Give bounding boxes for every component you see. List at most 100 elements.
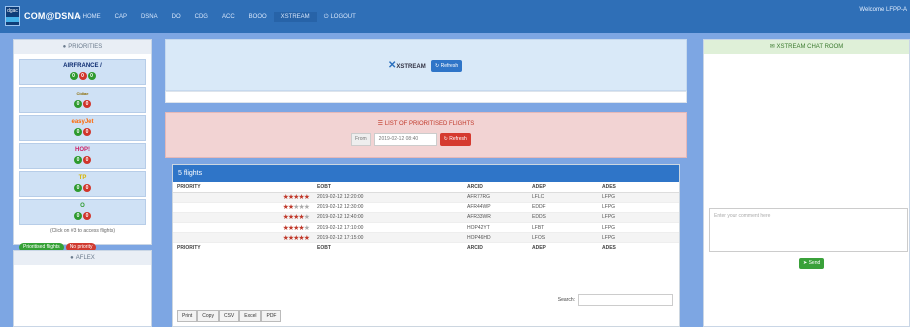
count-circle[interactable]: 0: [87, 72, 96, 80]
cell-ades: LFPG: [598, 192, 668, 203]
airline-2[interactable]: Cidiae 00: [19, 87, 146, 113]
cell-eobt: 2019-02-12 17:10:00: [313, 222, 463, 234]
cell-adep: EDDF: [528, 202, 598, 213]
cell-extra: [668, 212, 679, 224]
priority-stars: ★★★★★: [282, 214, 310, 222]
xstream-panel: ✕XSTREAM ↻ Refresh: [165, 39, 687, 91]
nav-logout-label: LOGOUT: [330, 14, 356, 20]
refresh-label: Refresh: [449, 136, 467, 142]
table-row[interactable]: ★★★★★ 2019-02-12 12:40:00 AFR33WR EDDS LFPG: [173, 212, 679, 224]
priorities-hint: (Click on #3 to access flights): [49, 228, 116, 234]
nav-dsna[interactable]: DSNA: [134, 12, 165, 22]
dgac-logo: dgac: [5, 6, 20, 26]
airline-6[interactable]: O 00: [19, 199, 146, 225]
table-row[interactable]: ★★★★★ 2019-02-12 12:20:00 AFR77RG LFLC LFPG: [173, 192, 679, 203]
info-icon: ●: [62, 44, 67, 50]
cell-eobt: 2019-02-12 12:20:00: [313, 192, 463, 203]
priority-stars: ★★★★★: [282, 204, 310, 212]
from-row: From 2019-02-12 08:40 ↻ Refresh: [351, 133, 471, 146]
cell-arcid: AFR33WR: [463, 212, 528, 224]
copy-button[interactable]: Copy: [197, 310, 219, 322]
count-circle[interactable]: 0: [83, 100, 91, 108]
list-icon: ☰: [377, 121, 384, 127]
aflex-panel: ● AFLEX: [13, 250, 152, 327]
col-extra[interactable]: [668, 182, 679, 193]
airline-logo: O: [80, 203, 85, 209]
nav-cdg[interactable]: CDG: [188, 12, 215, 22]
from-date-input[interactable]: 2019-02-12 08:40: [373, 133, 437, 146]
count-circle[interactable]: 0: [83, 128, 91, 136]
priorities-panel: ● PRIORITIES AIRFRANCE / 000 Cidiae 00 e…: [13, 39, 152, 252]
search-row: Search:: [558, 294, 673, 306]
chat-header: ✉ XSTREAM CHAT ROOM: [704, 40, 909, 54]
col-adep[interactable]: ADEP: [528, 182, 598, 193]
nav-logout[interactable]: ⏻ LOGOUT: [317, 12, 363, 22]
table-row[interactable]: ★★★★★ 2019-02-12 12:30:00 AFR44WP EDDF LFPG: [173, 202, 679, 213]
airline-list: AIRFRANCE / 000 Cidiae 00 easyJet 00 HOP…: [14, 54, 151, 256]
count-circle[interactable]: 0: [83, 184, 91, 192]
info-icon: ●: [70, 255, 74, 261]
excel-button[interactable]: Excel: [239, 310, 262, 322]
chat-title: XSTREAM CHAT ROOM: [776, 44, 844, 50]
search-input[interactable]: [578, 294, 673, 306]
count-circle[interactable]: 0: [78, 72, 87, 80]
col-eobt[interactable]: EOBT: [313, 182, 463, 193]
logo-text: dgac: [7, 8, 18, 14]
count-circle[interactable]: 0: [74, 100, 82, 108]
nav-home[interactable]: ⌂ HOME: [70, 12, 108, 22]
cell-extra: [668, 192, 679, 203]
send-button[interactable]: ➤ Send: [799, 258, 825, 269]
cell-arcid: HOP42YT: [463, 222, 528, 234]
count-circle[interactable]: 0: [83, 212, 91, 220]
power-icon: ⏻: [323, 14, 329, 20]
cell-eobt: 2019-02-12 12:30:00: [313, 202, 463, 213]
cell-extra: [668, 232, 679, 244]
home-icon: ⌂: [77, 14, 81, 20]
airline-tap[interactable]: TP 00: [19, 171, 146, 197]
flights-refresh-button[interactable]: ↻ Refresh: [439, 133, 471, 146]
print-button[interactable]: Print: [177, 310, 198, 322]
refresh-icon: ↻: [435, 63, 440, 69]
chat-input[interactable]: Enter your comment here: [709, 208, 908, 252]
pdf-button[interactable]: PDF: [261, 310, 282, 322]
table-row[interactable]: ★★★★★ 2019-02-12 17:10:00 HOP42YT LFBT LFPG: [173, 222, 679, 234]
airline-airfrance[interactable]: AIRFRANCE / 000: [19, 59, 146, 85]
col-arcid[interactable]: ARCID: [463, 182, 528, 193]
cell-arcid: AFR44WP: [463, 202, 528, 213]
xstream-refresh-button[interactable]: ↻ Refresh: [431, 60, 463, 72]
count-circle[interactable]: 0: [83, 156, 91, 164]
foot-ades: ADES: [598, 242, 668, 253]
nav-booo[interactable]: BOOO: [242, 12, 274, 22]
table-row[interactable]: ★★★★★ 2019-02-12 17:15:00 HOP46HD LFOS LFPG: [173, 232, 679, 244]
xstream-logo-text: XSTREAM: [396, 64, 426, 70]
foot-arcid: ARCID: [463, 242, 528, 253]
nav-cap[interactable]: CAP: [108, 12, 134, 22]
table-header-row: PRIORITY EOBT ARCID ADEP ADES: [173, 182, 679, 193]
priority-stars: ★★★★★: [282, 234, 310, 242]
table-footer-row: PRIORITY EOBT ARCID ADEP ADES: [173, 242, 679, 253]
export-buttons: Print Copy CSV Excel PDF: [177, 310, 282, 322]
cell-arcid: AFR77RG: [463, 192, 528, 203]
flights-title: ☰ LIST OF PRIORITISED FLIGHTS: [166, 120, 686, 127]
col-priority[interactable]: PRIORITY: [173, 182, 313, 193]
nav-do[interactable]: DO: [165, 12, 188, 22]
airline-hop[interactable]: HOP! 00: [19, 143, 146, 169]
send-label: Send: [808, 260, 821, 266]
csv-button[interactable]: CSV: [218, 310, 240, 322]
count-circle[interactable]: 0: [74, 156, 82, 164]
airline-logo: AIRFRANCE /: [63, 63, 102, 69]
xstream-strip: [165, 91, 687, 103]
nav-xstream[interactable]: XSTREAM: [273, 12, 317, 22]
count-circle[interactable]: 0: [74, 212, 82, 220]
search-label: Search:: [557, 297, 575, 303]
nav-acc[interactable]: ACC: [215, 12, 242, 22]
cell-adep: LFOS: [528, 232, 598, 244]
col-ades[interactable]: ADES: [598, 182, 668, 193]
xstream-logo: ✕XSTREAM: [388, 60, 426, 71]
airline-easyjet[interactable]: easyJet 00: [19, 115, 146, 141]
count-circle[interactable]: 0: [74, 184, 82, 192]
nav-home-label: HOME: [82, 14, 101, 20]
send-icon: ➤: [803, 260, 808, 266]
count-circle[interactable]: 0: [74, 128, 82, 136]
count-circle[interactable]: 0: [69, 72, 78, 80]
